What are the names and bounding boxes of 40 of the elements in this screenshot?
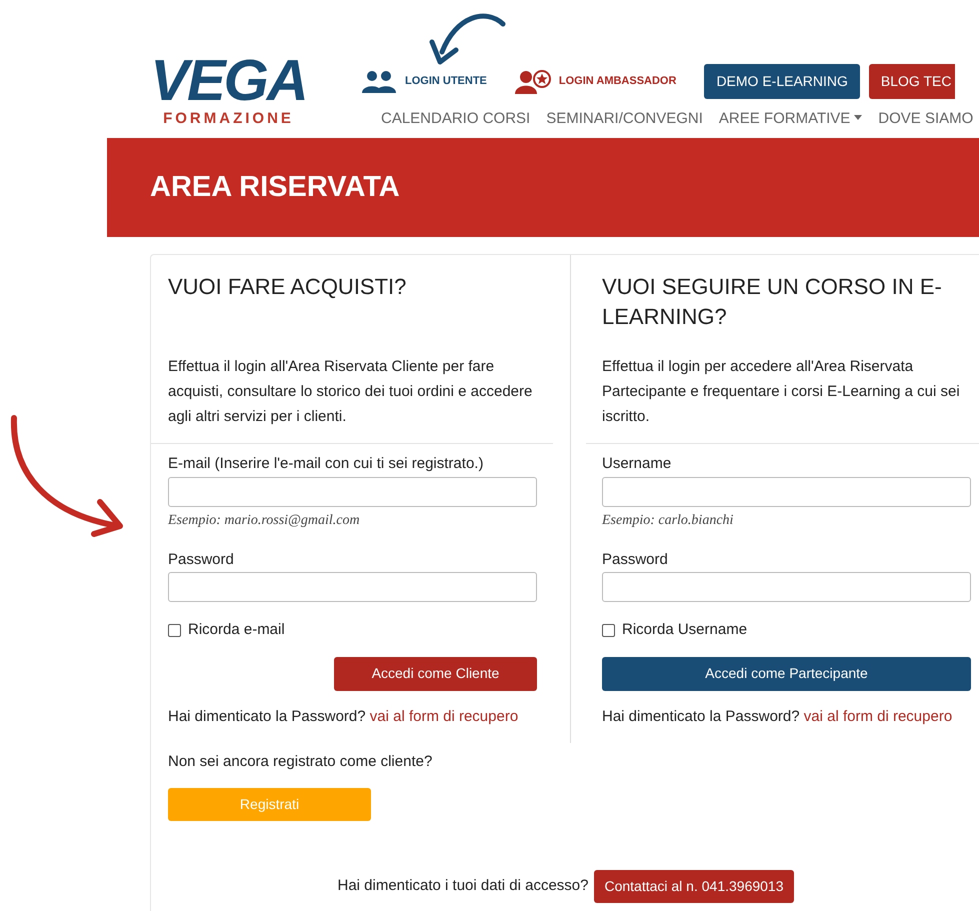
field-label: Password <box>602 550 669 570</box>
checkbox[interactable] <box>168 624 181 637</box>
hint-text: Esempio: mario.rossi@gmail.com <box>168 512 361 530</box>
panel-description: Effettua il login per accedere all'Area Riservata Partecipante e frequentare i corsi E-Learning a cui sei iscritto. <box>602 357 961 427</box>
input-field[interactable] <box>602 572 971 602</box>
page-title: AREA RISERVATA <box>150 170 400 205</box>
register-prompt: Non sei ancora registrato come cliente? <box>168 752 434 772</box>
hint-text: Esempio: carlo.bianchi <box>602 512 734 530</box>
panel-title: VUOI FARE ACQUISTI? <box>168 273 408 301</box>
nav-link[interactable]: DOVE SIAMO <box>878 108 974 130</box>
field-label: E-mail (Inserire l'e-mail con cui ti sei registrato.) <box>168 454 484 474</box>
input-field[interactable] <box>168 572 537 602</box>
checkbox-label: Ricorda Username <box>622 620 748 640</box>
field-label: Username <box>602 454 672 474</box>
field-label: Password <box>168 550 235 570</box>
forgot-password-text: Hai dimenticato la Password? vai al form di recupero <box>168 706 520 726</box>
logo-subtitle: FORMAZIONE <box>163 110 294 128</box>
login-link[interactable]: LOGIN AMBASSADOR <box>558 73 676 90</box>
forgot-password-text: Hai dimenticato la Password? vai al form di recupero <box>602 706 954 726</box>
users-icon <box>361 70 397 94</box>
panel-description: Effettua il login all'Area Riservata Cliente per fare acquisti, consultare lo storico dei tuoi ordini e accedere agli altri servizi per i clienti. <box>168 357 534 427</box>
input-field[interactable] <box>168 476 537 506</box>
recovery-link[interactable]: vai al form di recupero <box>370 708 518 724</box>
nav-link[interactable]: CALENDARIO CORSI <box>381 108 530 130</box>
logo-title: VEGA <box>150 52 307 110</box>
user-star-icon <box>514 70 551 94</box>
checkbox[interactable] <box>602 624 615 637</box>
recovery-link[interactable]: vai al form di recupero <box>804 708 952 724</box>
submit-button[interactable]: Accedi come Cliente <box>334 656 537 690</box>
panel-title: VUOI SEGUIRE UN CORSO IN E-LEARNING? <box>602 273 943 331</box>
contact-prompt: Hai dimenticato i tuoi dati di accesso? <box>338 876 588 896</box>
header-button[interactable]: BLOG TEC <box>868 64 956 99</box>
submit-button[interactable]: Accedi come Partecipante <box>602 656 971 690</box>
nav-link[interactable]: SEMINARI/CONVEGNI <box>546 108 703 130</box>
checkbox-label: Ricorda e-mail <box>188 620 285 640</box>
header-button[interactable]: DEMO E-LEARNING <box>704 64 860 99</box>
nav-link[interactable]: AREE FORMATIVE <box>718 108 862 130</box>
input-field[interactable] <box>602 476 971 506</box>
login-link[interactable]: LOGIN UTENTE <box>405 73 487 90</box>
contact-button[interactable]: Contattaci al n. 041.3969013 <box>594 870 794 903</box>
